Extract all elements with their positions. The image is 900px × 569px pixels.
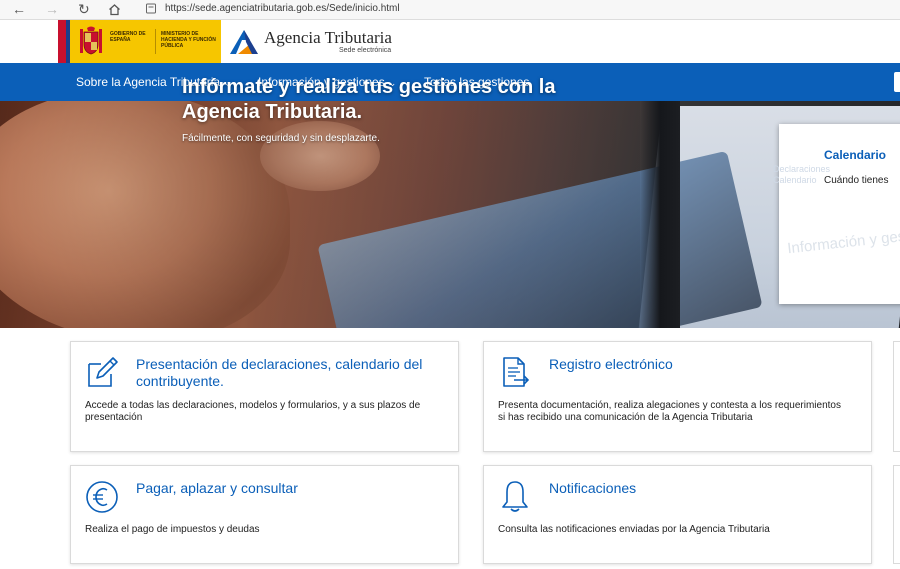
- card-title[interactable]: Pagar, aplazar y consultar: [136, 480, 446, 497]
- screen-edge: [640, 101, 680, 328]
- card-notificaciones[interactable]: Notificaciones Consulta las notificacion…: [483, 465, 872, 564]
- brand-subtitle: Sede electrónica: [339, 47, 392, 54]
- calendar-title[interactable]: Calendario: [824, 148, 886, 162]
- agencia-tributaria-logo-icon[interactable]: [228, 26, 260, 56]
- register-document-icon: [503, 357, 529, 387]
- card-description: Presenta documentación, realiza alegacio…: [498, 400, 841, 423]
- card-partial-right[interactable]: [893, 465, 900, 564]
- hero-title: Infórmate y realiza tus gestiones con la…: [182, 76, 556, 123]
- search-button[interactable]: [894, 72, 900, 92]
- card-description: Consulta las notificaciones enviadas por…: [498, 524, 770, 535]
- euro-icon: [86, 481, 118, 513]
- edit-document-icon: [88, 357, 118, 387]
- calendar-ghost-small-text: Declaraciones Calendario: [773, 164, 831, 185]
- coat-of-arms-icon: [80, 26, 102, 55]
- bell-icon: [502, 481, 528, 512]
- card-registro-electronico[interactable]: Registro electrónico Presenta documentac…: [483, 341, 872, 452]
- ministry-text: MINISTERIO DE HACIENDA Y FUNCIÓN PÚBLICA: [161, 31, 216, 49]
- hero-subtitle: Fácilmente, con seguridad y sin desplaza…: [182, 133, 380, 144]
- card-presentacion-declaraciones[interactable]: Presentación de declaraciones, calendari…: [70, 341, 459, 452]
- page: ← → ↻ https://sede.agenciatributaria.gob…: [0, 0, 900, 569]
- eu-stripe: [66, 20, 70, 63]
- card-pagar-aplazar[interactable]: Pagar, aplazar y consultar Realiza el pa…: [70, 465, 459, 564]
- brand-name[interactable]: Agencia Tributaria: [264, 28, 392, 47]
- back-arrow-icon[interactable]: ←: [12, 1, 26, 17]
- calendar-ghost-text: Información y gestiones: [786, 223, 900, 258]
- card-partial-right[interactable]: [893, 341, 900, 452]
- card-description: Accede a todas las declaraciones, modelo…: [85, 400, 421, 423]
- card-title[interactable]: Presentación de declaraciones, calendari…: [136, 356, 451, 390]
- lock-icon[interactable]: [145, 2, 157, 15]
- government-text: GOBIERNO DE ESPAÑA: [110, 31, 146, 43]
- calendar-card[interactable]: Declaraciones Calendario Calendario Cuán…: [773, 124, 900, 304]
- logo-divider: [155, 29, 156, 54]
- calendar-subtitle: Cuándo tienes: [824, 175, 889, 186]
- forward-arrow-icon[interactable]: →: [45, 1, 59, 17]
- hero-banner: [0, 101, 900, 328]
- card-description: Realiza el pago de impuestos y deudas: [85, 524, 260, 535]
- home-icon[interactable]: [108, 3, 121, 16]
- reload-icon[interactable]: ↻: [78, 1, 90, 17]
- address-bar[interactable]: https://sede.agenciatributaria.gob.es/Se…: [165, 2, 400, 16]
- government-logo[interactable]: GOBIERNO DE ESPAÑA MINISTERIO DE HACIEND…: [58, 20, 221, 63]
- card-title[interactable]: Registro electrónico: [549, 356, 859, 373]
- site-header: GOBIERNO DE ESPAÑA MINISTERIO DE HACIEND…: [0, 20, 900, 63]
- flag-stripe: [58, 20, 66, 63]
- card-title[interactable]: Notificaciones: [549, 480, 859, 497]
- browser-toolbar: ← → ↻ https://sede.agenciatributaria.gob…: [0, 0, 900, 20]
